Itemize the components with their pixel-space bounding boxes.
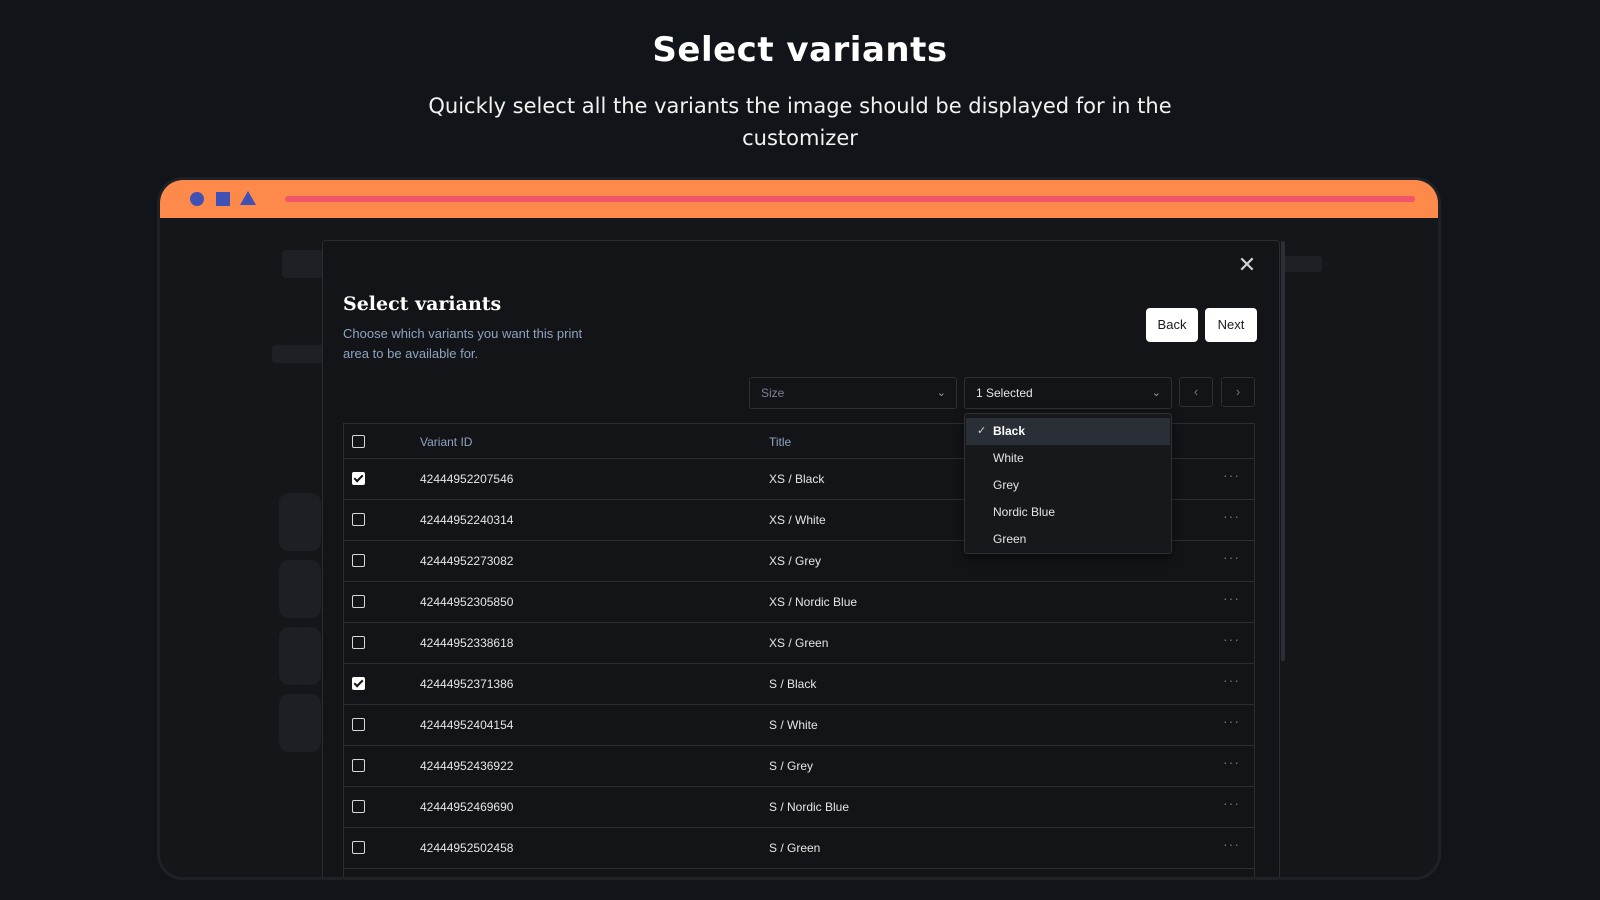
circle-icon bbox=[190, 192, 204, 206]
row-checkbox[interactable] bbox=[352, 841, 365, 854]
more-options-icon[interactable]: ··· bbox=[1223, 672, 1240, 688]
table-row[interactable]: 42444952305850 XS / Nordic Blue ··· bbox=[344, 582, 1254, 623]
modal-description: Choose which variants you want this prin… bbox=[343, 326, 583, 361]
chevron-left-icon: ‹ bbox=[1193, 384, 1199, 399]
more-options-icon[interactable]: ··· bbox=[1223, 631, 1240, 647]
more-options-icon[interactable]: ··· bbox=[1223, 754, 1240, 770]
column-header-title: Title bbox=[769, 435, 792, 449]
variant-id-cell: 42444952207546 bbox=[420, 472, 514, 486]
variant-title-cell: S / Grey bbox=[769, 759, 814, 773]
chevron-down-icon: ⌄ bbox=[936, 387, 946, 399]
color-filter-value: 1 Selected bbox=[976, 386, 1033, 400]
more-options-icon[interactable]: ··· bbox=[1223, 795, 1240, 811]
variant-id-cell: 42444952371386 bbox=[420, 677, 514, 691]
color-dropdown-menu: ✓ Black White Grey Nordic Blue Green bbox=[964, 413, 1172, 554]
color-filter-select[interactable]: 1 Selected ⌄ bbox=[964, 377, 1172, 409]
hero-title: Select variants bbox=[652, 30, 948, 70]
variant-title-cell: XS / Grey bbox=[769, 554, 822, 568]
frame-toolbar bbox=[160, 180, 1438, 218]
check-icon: ✓ bbox=[977, 425, 987, 437]
variant-title-cell: XS / Black bbox=[769, 472, 825, 486]
variant-id-cell: 42444952469690 bbox=[420, 800, 514, 814]
variant-id-cell: 42444952436922 bbox=[420, 759, 514, 773]
select-all-checkbox[interactable] bbox=[352, 435, 365, 448]
table-row[interactable]: 42444952371386 S / Black ··· bbox=[344, 664, 1254, 705]
variant-title-cell: S / Black bbox=[769, 677, 817, 691]
dropdown-option[interactable]: ✓ Black bbox=[966, 418, 1170, 445]
dropdown-option[interactable]: Green bbox=[966, 526, 1170, 553]
table-row[interactable]: 42444952502458 S / Green ··· bbox=[344, 828, 1254, 869]
variant-id-cell: 42444952305850 bbox=[420, 595, 514, 609]
previous-page-button[interactable]: ‹ bbox=[1179, 377, 1213, 407]
variant-title-cell: S / White bbox=[769, 718, 818, 732]
back-button[interactable]: Back bbox=[1146, 308, 1198, 342]
more-options-icon[interactable]: ··· bbox=[1223, 508, 1240, 524]
background-thumbnail bbox=[279, 627, 321, 685]
square-icon bbox=[216, 192, 230, 206]
variant-id-cell: 42444952273082 bbox=[420, 554, 514, 568]
variant-id-cell: 42444952502458 bbox=[420, 841, 514, 855]
background-thumbnail bbox=[279, 694, 321, 752]
dropdown-option-label: Nordic Blue bbox=[993, 505, 1056, 519]
chevron-down-icon: ⌄ bbox=[1151, 387, 1161, 399]
variant-title-cell: XS / Green bbox=[769, 636, 829, 650]
variant-id-cell: 42444952338618 bbox=[420, 636, 514, 650]
dropdown-option-label: Black bbox=[993, 424, 1026, 438]
row-checkbox[interactable] bbox=[352, 472, 365, 485]
dropdown-option-label: Grey bbox=[993, 478, 1020, 492]
close-icon[interactable]: ✕ bbox=[1235, 253, 1259, 277]
triangle-icon bbox=[240, 191, 256, 205]
next-page-button[interactable]: › bbox=[1221, 377, 1255, 407]
table-row[interactable]: 42444952338618 XS / Green ··· bbox=[344, 623, 1254, 664]
column-header-variant-id: Variant ID bbox=[420, 435, 473, 449]
dropdown-option-label: White bbox=[993, 451, 1024, 465]
background-thumbnail bbox=[279, 560, 321, 618]
row-checkbox[interactable] bbox=[352, 636, 365, 649]
size-filter-select[interactable]: Size ⌄ bbox=[749, 377, 957, 409]
variant-title-cell: XS / White bbox=[769, 513, 826, 527]
select-variants-modal: ✕ Select variants Choose which variants … bbox=[322, 240, 1285, 877]
row-checkbox[interactable] bbox=[352, 759, 365, 772]
more-options-icon[interactable]: ··· bbox=[1223, 549, 1240, 565]
table-row[interactable]: 42444952404154 S / White ··· bbox=[344, 705, 1254, 746]
variant-title-cell: S / Nordic Blue bbox=[769, 800, 850, 814]
row-checkbox[interactable] bbox=[352, 718, 365, 731]
background-text-placeholder bbox=[282, 250, 322, 278]
chevron-right-icon: › bbox=[1235, 384, 1241, 399]
row-checkbox[interactable] bbox=[352, 595, 365, 608]
modal-scrollbar[interactable] bbox=[1281, 241, 1285, 661]
table-row[interactable]: 42444952436922 S / Grey ··· bbox=[344, 746, 1254, 787]
hero-subtitle: Quickly select all the variants the imag… bbox=[428, 94, 1172, 150]
next-button[interactable]: Next bbox=[1205, 308, 1257, 342]
dropdown-option[interactable]: Nordic Blue bbox=[966, 499, 1170, 526]
dropdown-option-label: Green bbox=[993, 532, 1027, 546]
more-options-icon[interactable]: ··· bbox=[1223, 467, 1240, 483]
more-options-icon[interactable]: ··· bbox=[1223, 590, 1240, 606]
size-filter-placeholder: Size bbox=[761, 386, 785, 400]
more-options-icon[interactable]: ··· bbox=[1223, 713, 1240, 729]
address-bar bbox=[285, 196, 1415, 202]
browser-frame: ✕ Select variants Choose which variants … bbox=[157, 177, 1441, 880]
row-checkbox[interactable] bbox=[352, 513, 365, 526]
variant-title-cell: XS / Nordic Blue bbox=[769, 595, 858, 609]
variant-title-cell: S / Green bbox=[769, 841, 821, 855]
row-checkbox[interactable] bbox=[352, 677, 365, 690]
variant-id-cell: 42444952404154 bbox=[420, 718, 514, 732]
row-checkbox[interactable] bbox=[352, 554, 365, 567]
table-row[interactable]: 42444952469690 S / Nordic Blue ··· bbox=[344, 787, 1254, 828]
variant-id-cell: 42444952240314 bbox=[420, 513, 514, 527]
more-options-icon[interactable]: ··· bbox=[1223, 836, 1240, 852]
dropdown-option[interactable]: White bbox=[966, 445, 1170, 472]
background-heading-placeholder bbox=[272, 345, 327, 363]
background-thumbnail bbox=[279, 493, 321, 551]
background-button-placeholder bbox=[1282, 256, 1322, 272]
dropdown-option[interactable]: Grey bbox=[966, 472, 1170, 499]
modal-title: Select variants bbox=[343, 293, 502, 315]
dropdown-options: ✓ Black White Grey Nordic Blue Green bbox=[965, 418, 1171, 553]
row-checkbox[interactable] bbox=[352, 800, 365, 813]
